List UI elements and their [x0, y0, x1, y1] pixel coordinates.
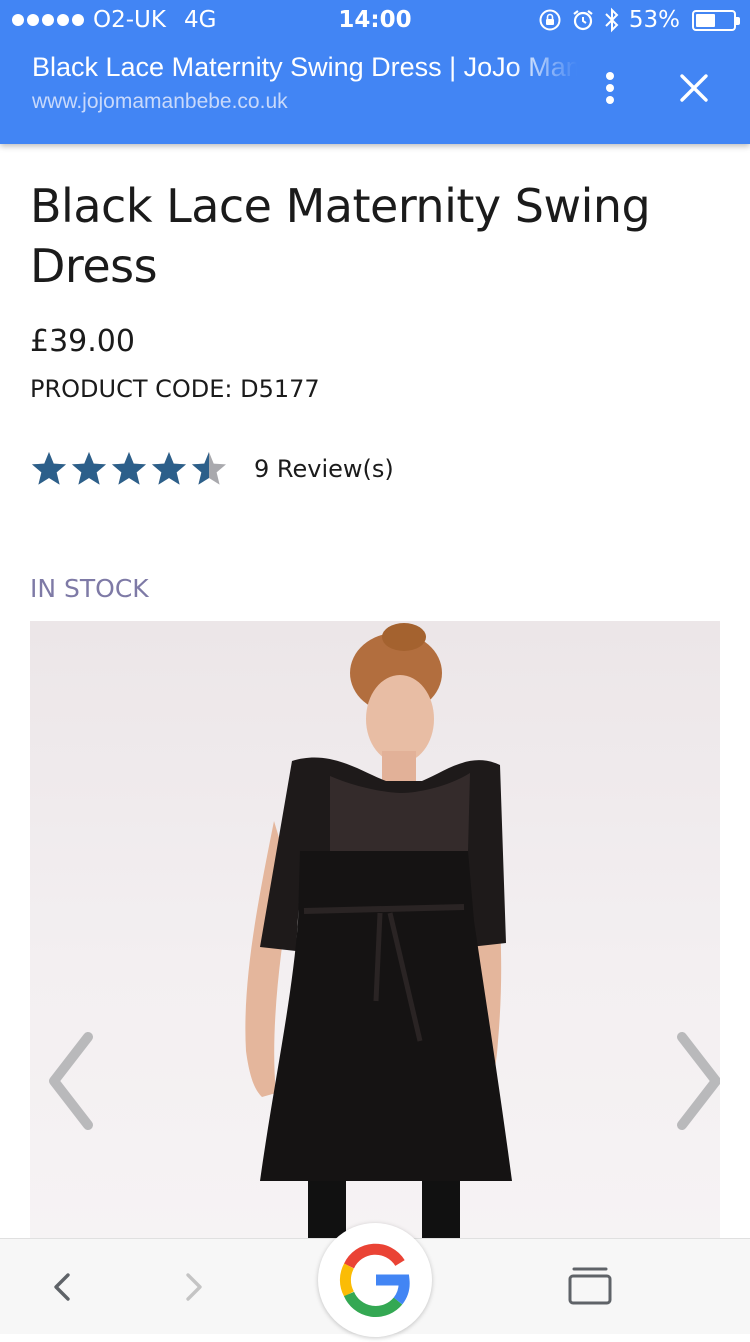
close-button[interactable] — [672, 66, 716, 110]
arrow-forward-icon — [186, 1273, 202, 1301]
status-bar: O2-UK 4G 14:00 53% — [0, 0, 750, 40]
arrow-back-icon — [54, 1273, 70, 1301]
product-rating[interactable]: 9 Review(s) — [30, 450, 394, 488]
gallery-previous-button[interactable] — [44, 1031, 100, 1131]
product-title: Black Lace Maternity Swing Dress — [30, 179, 651, 293]
product-image — [245, 623, 512, 1241]
battery-percentage: 53% — [628, 7, 680, 33]
forward-button[interactable] — [176, 1269, 212, 1305]
tabs-icon — [568, 1267, 612, 1305]
page-url: www.jojomamanbebe.co.uk — [32, 90, 288, 113]
orientation-lock-icon — [539, 9, 561, 31]
star-full-icon — [72, 452, 106, 485]
star-full-icon — [112, 452, 146, 485]
status-right: 53% — [538, 7, 740, 33]
chevron-left-icon — [49, 1032, 93, 1130]
battery-icon — [692, 9, 740, 31]
google-g-icon — [339, 1243, 410, 1318]
alarm-icon — [573, 10, 593, 31]
star-full-icon — [152, 452, 186, 485]
page-title-bar: Black Lace Maternity Swing Dress | JoJo … — [32, 52, 577, 82]
gallery-next-button[interactable] — [670, 1031, 720, 1131]
more-options-button[interactable] — [592, 68, 628, 108]
rating-stars — [30, 450, 228, 488]
tabs-button[interactable] — [566, 1265, 614, 1307]
close-icon — [680, 74, 708, 102]
chevron-right-icon — [677, 1032, 720, 1130]
review-count-link[interactable]: 9 Review(s) — [254, 455, 394, 483]
star-full-icon — [32, 452, 66, 485]
battery-level — [696, 13, 715, 27]
product-price: £39.00 — [30, 324, 135, 359]
google-search-button[interactable] — [318, 1223, 432, 1337]
product-image-gallery[interactable] — [30, 621, 720, 1241]
back-button[interactable] — [44, 1269, 80, 1305]
bluetooth-icon — [605, 7, 619, 33]
bottom-toolbar — [0, 1223, 750, 1337]
product-code: PRODUCT CODE: D5177 — [30, 375, 320, 403]
stock-status: IN STOCK — [30, 574, 149, 603]
browser-header: O2-UK 4G 14:00 53% Black Lace Maternity … — [0, 0, 750, 144]
star-half-icon — [192, 452, 226, 485]
